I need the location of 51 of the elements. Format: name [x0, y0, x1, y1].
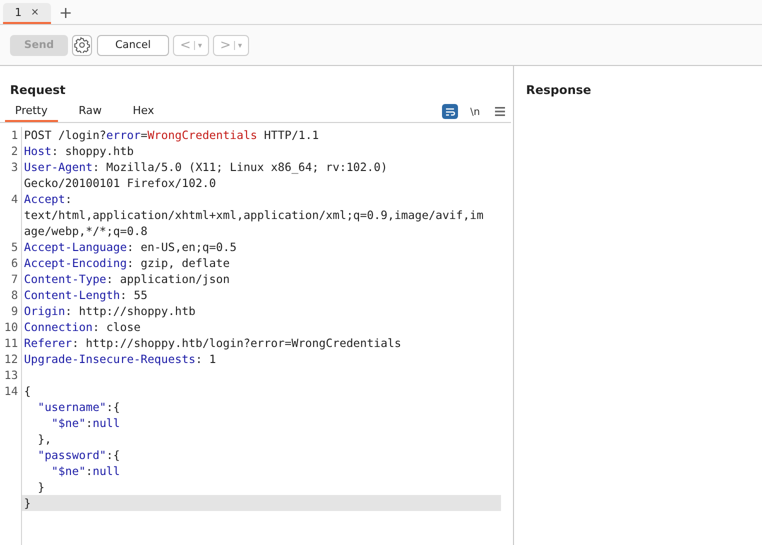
settings-icon [74, 37, 90, 53]
code-line: Referer: http://shoppy.htb/login?error=WrongCredentials [24, 336, 402, 350]
code-line: Upgrade-Insecure-Requests: 1 [24, 352, 216, 366]
line-number: 11 [4, 336, 18, 350]
line-number: 10 [4, 320, 18, 334]
line-number: 5 [11, 240, 18, 254]
line-number: 14 [4, 384, 18, 398]
code-line: Content-Type: application/json [24, 272, 230, 286]
menu-icon[interactable] [495, 107, 505, 116]
close-icon[interactable]: × [30, 7, 40, 18]
code-line: Gecko/20100101 Firefox/102.0 [24, 176, 216, 190]
line-number: 13 [4, 368, 18, 382]
code-line: Content-Length: 55 [24, 288, 148, 302]
code-line: Accept-Encoding: gzip, deflate [24, 256, 230, 270]
pane-title: Request [9, 82, 67, 99]
code-line: "$ne":null [50, 464, 120, 478]
code-line: "$ne":null [50, 416, 120, 430]
wrap-lines-icon[interactable] [442, 104, 458, 119]
pane-title: Response [525, 82, 592, 99]
line-number: 2 [11, 144, 18, 158]
line-number: 6 [11, 256, 18, 270]
line-number: 3 [11, 160, 18, 174]
view-tab[interactable]: Pretty [5, 104, 58, 122]
line-number: 9 [11, 304, 18, 318]
code-line: POST /login?error=WrongCredentials HTTP/1.1 [24, 128, 319, 142]
request-tab[interactable]: 1 × [3, 3, 51, 24]
code-line: }, [36, 432, 52, 446]
code-line: } [24, 496, 31, 510]
code-line: Accept: [24, 192, 72, 206]
cancel-button[interactable]: Cancel [97, 34, 169, 56]
settings-button[interactable] [72, 34, 92, 56]
new-tab-button[interactable]: + [59, 2, 72, 22]
view-tab[interactable]: Raw [68, 104, 112, 122]
code-line: age/webp,*/*;q=0.8 [24, 224, 148, 238]
code-line: User-Agent: Mozilla/5.0 (X11; Linux x86_64; rv:102.0) [24, 160, 388, 174]
line-number: 1 [11, 128, 18, 142]
line-number: 12 [4, 352, 18, 366]
line-number: 8 [11, 288, 18, 302]
code-line: "username":{ [36, 400, 120, 414]
code-line: { [24, 384, 31, 398]
code-line: "password":{ [36, 448, 120, 462]
line-number: 4 [11, 192, 18, 206]
line-number: 7 [11, 272, 18, 286]
code-line: Origin: http://shoppy.htb [24, 304, 196, 318]
code-line: Connection: close [24, 320, 141, 334]
code-line: text/html,application/xhtml+xml,application/xml;q=0.9,image/avif,im [24, 208, 484, 222]
code-line: } [36, 480, 45, 494]
code-line: Host: shoppy.htb [24, 144, 134, 158]
code-line: Accept-Language: en-US,en;q=0.5 [24, 240, 237, 254]
view-tab[interactable]: Hex [122, 104, 164, 122]
newline-toggle[interactable]: \n [470, 107, 480, 118]
